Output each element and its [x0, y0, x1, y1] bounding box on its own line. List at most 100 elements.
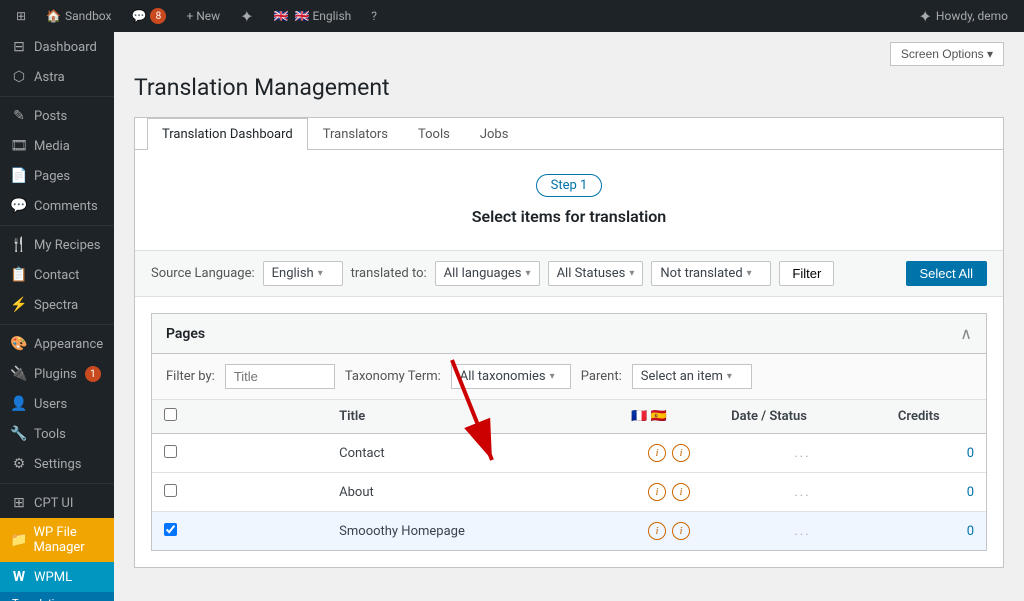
- row-contact-flags: i i: [619, 434, 719, 473]
- sidebar-item-pages[interactable]: 📄 Pages: [0, 161, 114, 191]
- row-smooothy-checkbox[interactable]: [164, 523, 177, 536]
- col-header-title: Title: [327, 400, 619, 434]
- tab-jobs[interactable]: Jobs: [465, 118, 524, 150]
- adminbar-right: ✦ Howdy, demo: [911, 0, 1016, 32]
- row-contact-checkbox[interactable]: [164, 445, 177, 458]
- table-body: Contact i i ...: [152, 434, 986, 551]
- sidebar-item-plugins[interactable]: 🔌 Plugins 1: [0, 359, 114, 389]
- collapse-pages-icon[interactable]: ∧: [960, 324, 972, 343]
- admin-bar: ⊞ 🏠 Sandbox 💬 8 + New ✦ 🇬🇧 🇬🇧 English ? …: [0, 0, 1024, 32]
- not-translated-chevron: ▾: [747, 268, 752, 279]
- wpml-icon: W: [10, 569, 28, 585]
- not-translated-select[interactable]: Not translated ▾: [651, 261, 771, 286]
- new-link[interactable]: + New: [178, 0, 228, 32]
- select-all-button[interactable]: Select All: [906, 261, 987, 286]
- contact-icon: 📋: [10, 267, 28, 283]
- sidebar-item-appearance[interactable]: 🎨 Appearance: [0, 329, 114, 359]
- source-language-label: Source Language:: [151, 266, 255, 281]
- wp-icon: ⊞: [16, 9, 26, 23]
- plugins-badge: 1: [85, 366, 101, 382]
- menu-sep-3: [0, 324, 114, 325]
- wp-layout: ⊟ Dashboard ⬡ Astra ✎ Posts 🎞 Media 📄 Pa…: [0, 32, 1024, 601]
- settings-icon: ⚙: [10, 456, 28, 472]
- all-languages-select[interactable]: All languages ▾: [435, 261, 540, 286]
- screen-options-button[interactable]: Screen Options ▾: [890, 42, 1004, 66]
- contact-flag1-status[interactable]: i: [648, 444, 666, 462]
- sidebar-item-users[interactable]: 👤 Users: [0, 389, 114, 419]
- filter-bar: Source Language: English ▾ translated to…: [135, 250, 1003, 297]
- row-about-date: ...: [719, 473, 886, 512]
- sidebar-item-cptui[interactable]: ⊞ CPT UI: [0, 488, 114, 518]
- cptui-icon: ⊞: [10, 495, 28, 511]
- tools-icon: 🔧: [10, 426, 28, 442]
- table-row: About i i ...: [152, 473, 986, 512]
- screen-options-wrap: Screen Options ▾: [134, 42, 1004, 66]
- appearance-icon: 🎨: [10, 336, 28, 352]
- row-smooothy-credits: 0: [886, 512, 986, 551]
- language-link[interactable]: 🇬🇧 🇬🇧 English: [266, 0, 360, 32]
- row-about-checkbox[interactable]: [164, 484, 177, 497]
- about-flag2-status[interactable]: i: [672, 483, 690, 501]
- comments-link[interactable]: 💬 8: [123, 0, 174, 32]
- sidebar-item-spectra[interactable]: ⚡ Spectra: [0, 290, 114, 320]
- sidebar-item-recipes[interactable]: 🍴 My Recipes: [0, 230, 114, 260]
- sidebar-item-dashboard[interactable]: ⊟ Dashboard: [0, 32, 114, 62]
- filter-button[interactable]: Filter: [779, 261, 834, 286]
- row-smooothy-title: Smooothy Homepage: [327, 512, 619, 551]
- help-link[interactable]: ?: [363, 0, 385, 32]
- select-all-checkbox[interactable]: [164, 408, 177, 421]
- col-header-date: Date / Status: [719, 400, 886, 434]
- tabs-bar: Translation Dashboard Translators Tools …: [135, 118, 1003, 150]
- wpml-section: W WPML Translation Management Languages …: [0, 562, 114, 601]
- sidebar-subitem-translation-management[interactable]: Translation Management: [0, 592, 114, 601]
- spectra-icon: ⚡: [10, 297, 28, 313]
- sidebar-item-settings[interactable]: ⚙ Settings: [0, 449, 114, 479]
- contact-flag2-status[interactable]: i: [672, 444, 690, 462]
- filter-by-label: Filter by:: [166, 369, 215, 384]
- flag-es: 🇪🇸: [650, 409, 666, 424]
- row-contact-checkbox-cell: [152, 434, 327, 473]
- pages-filter-bar: Filter by: Taxonomy Term: All taxonomies…: [152, 354, 986, 400]
- all-statuses-select[interactable]: All Statuses ▾: [548, 261, 644, 286]
- row-about-flags: i i: [619, 473, 719, 512]
- sidebar-item-astra[interactable]: ⬡ Astra: [0, 62, 114, 92]
- about-flag1-status[interactable]: i: [648, 483, 666, 501]
- tab-translation-dashboard[interactable]: Translation Dashboard: [147, 118, 308, 150]
- pages-table: Title 🇫🇷 🇪🇸 Date / Status: [152, 400, 986, 550]
- sidebar-item-tools[interactable]: 🔧 Tools: [0, 419, 114, 449]
- sandbox-link[interactable]: 🏠 Sandbox: [38, 0, 119, 32]
- tab-tools[interactable]: Tools: [403, 118, 465, 150]
- source-language-select[interactable]: English ▾: [263, 261, 343, 286]
- howdy-menu[interactable]: ✦ Howdy, demo: [911, 0, 1016, 32]
- taxonomy-chevron: ▾: [550, 371, 555, 382]
- smooothy-flag2-status[interactable]: i: [672, 522, 690, 540]
- sidebar-item-wpml[interactable]: W WPML: [0, 562, 114, 592]
- parent-select[interactable]: Select an item ▾: [632, 364, 752, 389]
- wp-logo[interactable]: ⊞: [8, 0, 34, 32]
- title-filter-input[interactable]: [225, 364, 335, 389]
- users-icon: 👤: [10, 396, 28, 412]
- parent-chevron: ▾: [727, 371, 732, 382]
- row-contact-credits: 0: [886, 434, 986, 473]
- pages-section-title: Pages: [166, 326, 205, 342]
- menu-sep-2: [0, 225, 114, 226]
- sidebar-item-comments[interactable]: 💬 Comments: [0, 191, 114, 221]
- adminbar-left: ⊞ 🏠 Sandbox 💬 8 + New ✦ 🇬🇧 🇬🇧 English ?: [8, 0, 385, 32]
- wpml-icon-link[interactable]: ✦: [232, 0, 261, 32]
- taxonomy-select[interactable]: All taxonomies ▾: [451, 364, 571, 389]
- sidebar-item-contact[interactable]: 📋 Contact: [0, 260, 114, 290]
- comments-icon: 💬: [10, 198, 28, 214]
- sidebar-item-media[interactable]: 🎞 Media: [0, 131, 114, 161]
- home-icon: 🏠: [46, 9, 61, 23]
- wpml-submenu: Translation Management Languages Theme a…: [0, 592, 114, 601]
- smooothy-flag1-status[interactable]: i: [648, 522, 666, 540]
- sidebar-item-filemanager[interactable]: 📁 WP File Manager: [0, 518, 114, 562]
- flag-fr: 🇫🇷: [631, 409, 647, 424]
- step-section: Step 1 Select items for translation: [135, 150, 1003, 250]
- tab-translators[interactable]: Translators: [308, 118, 403, 150]
- posts-icon: ✎: [10, 108, 28, 124]
- table-row: Contact i i ...: [152, 434, 986, 473]
- dashboard-icon: ⊟: [10, 39, 28, 55]
- sidebar-item-posts[interactable]: ✎ Posts: [0, 101, 114, 131]
- pages-icon: 📄: [10, 168, 28, 184]
